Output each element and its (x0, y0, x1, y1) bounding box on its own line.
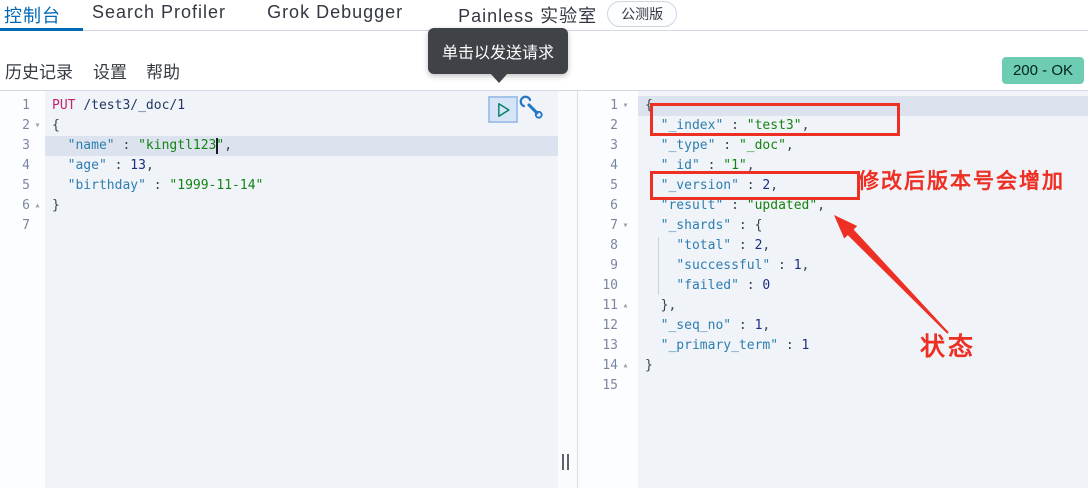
tab-console[interactable]: 控制台 (4, 0, 61, 28)
code-line: PUT /test3/_doc/1 (52, 98, 186, 113)
code-line: } (645, 358, 653, 373)
request-options-button[interactable] (519, 95, 545, 121)
code-line: { (52, 118, 60, 133)
help-link[interactable]: 帮助 (146, 58, 180, 83)
line-number: 13 (602, 338, 618, 353)
console-app: 控制台 Search Profiler Grok Debugger Painle… (0, 0, 1088, 488)
annotation-box-index (650, 103, 900, 136)
code-line: }, (645, 298, 677, 313)
tab-grok-debugger[interactable]: Grok Debugger (267, 0, 403, 23)
annotation-status-note: 状态 (920, 333, 977, 361)
status-badge: 200 - OK (1001, 57, 1084, 84)
line-number: 7 (22, 218, 30, 233)
tooltip-text: 单击以发送请求 (442, 45, 555, 62)
line-number: 3 (610, 138, 618, 153)
code-line: "name" : "kingtl123", (45, 136, 558, 156)
fold-down-icon[interactable]: ▾ (618, 96, 633, 116)
wrench-icon (519, 95, 543, 119)
history-link[interactable]: 历史记录 (5, 58, 73, 83)
beta-badge: 公测版 (607, 1, 678, 27)
fold-up-icon[interactable]: ▴ (30, 196, 45, 216)
line-number: 15 (602, 378, 618, 393)
send-request-button[interactable] (488, 96, 518, 123)
code-line: "_seq_no" : 1, (660, 318, 771, 333)
fold-down-icon[interactable]: ▾ (30, 116, 45, 136)
code-line: "_primary_term" : 1 (660, 338, 810, 353)
fold-up-icon[interactable]: ▴ (618, 296, 633, 316)
code-line: } (52, 198, 60, 213)
line-number: 2 (610, 118, 618, 133)
line-number: 8 (610, 238, 618, 253)
code-line: "failed" : 0 (676, 278, 771, 293)
editor-gutter: 1 2 ▾ 3 4 5 6 ▴ 7 (0, 91, 45, 488)
line-number: 5 (22, 178, 30, 193)
request-editor[interactable]: PUT /test3/_doc/1 { "name" : "kingtl123",… (45, 91, 558, 488)
code-line: "_shards" : { (660, 218, 763, 233)
code-line: "age" : 13, (67, 158, 154, 173)
annotation-box-version (650, 171, 860, 200)
line-number: 4 (22, 158, 30, 173)
line-number: 1 (22, 98, 30, 113)
code-line: "_type" : "_doc", (660, 138, 794, 153)
annotation-version-note: 修改后版本号会增加 (858, 170, 1065, 193)
splitter-drag-handle[interactable] (561, 454, 572, 470)
response-gutter: 1 ▾ 2 3 4 5 6 7 ▾ 8 9 10 11 ▴ 12 13 14 ▴ 15 (580, 91, 638, 488)
line-number: 2 ▾ (0, 116, 45, 136)
line-number: 9 (610, 258, 618, 273)
code-line: "birthday" : "1999-11-14" (67, 178, 264, 193)
panel-divider-line (577, 91, 578, 488)
code-line: "successful" : 1, (676, 258, 810, 273)
fold-up-icon[interactable]: ▴ (618, 356, 633, 376)
line-number: 12 (602, 318, 618, 333)
response-viewer[interactable]: { "_index" : "test3", "_type" : "_doc", … (638, 91, 1088, 488)
line-number: 6 ▴ (0, 196, 45, 216)
line-number: 5 (610, 178, 618, 193)
dev-tools-editor-area: 1 2 ▾ 3 4 5 6 ▴ 7 PUT /test3/_doc/1{ "name" : "k… (0, 90, 1088, 488)
top-tab-bar: 控制台 Search Profiler Grok Debugger Painle… (0, 0, 1088, 31)
code-line: "total" : 2, (676, 238, 771, 253)
tooltip-arrow (490, 73, 508, 83)
line-number: 6 (610, 198, 618, 213)
send-request-tooltip: 单击以发送请求 (428, 28, 569, 83)
line-number: 7 ▾ (580, 216, 638, 236)
line-number: 11 ▴ (580, 296, 638, 316)
line-number: 4 (610, 158, 618, 173)
tab-painless-lab[interactable]: Painless 实验室 (458, 0, 597, 28)
fold-down-icon[interactable]: ▾ (618, 216, 633, 236)
tab-search-profiler[interactable]: Search Profiler (92, 0, 226, 23)
settings-link[interactable]: 设置 (93, 58, 127, 83)
line-number: 10 (602, 278, 618, 293)
line-number: 14 ▴ (580, 356, 638, 376)
line-number: 3 (22, 138, 30, 153)
play-icon (498, 102, 510, 117)
line-number: 1 ▾ (580, 96, 638, 116)
